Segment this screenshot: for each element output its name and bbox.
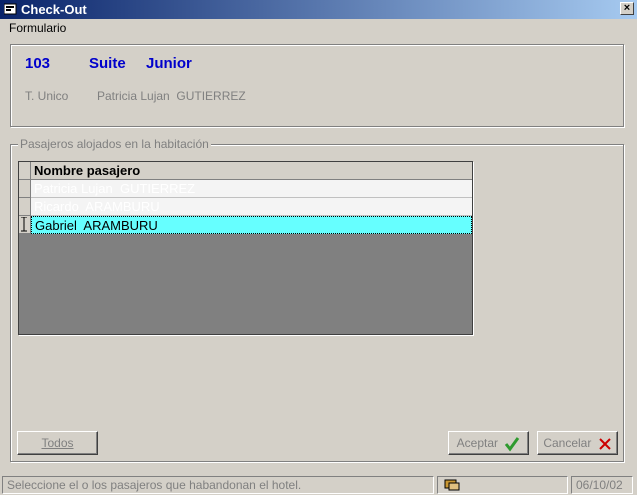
title-bar: Check-Out × bbox=[0, 0, 637, 19]
cancel-x-icon bbox=[598, 438, 611, 450]
window-title: Check-Out bbox=[21, 2, 87, 17]
column-header-nombre[interactable]: Nombre pasajero bbox=[34, 163, 140, 178]
row-selector[interactable] bbox=[19, 216, 31, 234]
cancelar-label: Cancelar bbox=[543, 436, 592, 450]
close-button[interactable]: × bbox=[620, 2, 634, 15]
passengers-frame-legend: Pasajeros alojados en la habitación bbox=[18, 137, 211, 151]
passengers-grid[interactable]: Nombre pasajero Patricia Lujan GUTIERREZ… bbox=[18, 161, 473, 335]
close-icon: × bbox=[623, 2, 631, 14]
status-date: 06/10/02 bbox=[571, 476, 633, 494]
grid-header: Nombre pasajero bbox=[19, 162, 472, 180]
guest-name: Patricia Lujan GUTIERREZ bbox=[97, 89, 246, 103]
grid-corner bbox=[19, 162, 31, 180]
tarifa-label: T. Unico bbox=[25, 89, 69, 103]
checkmark-icon bbox=[505, 436, 520, 452]
cancelar-button[interactable]: Cancelar bbox=[537, 431, 618, 455]
table-row[interactable]: Ricardo ARAMBURU bbox=[31, 198, 472, 216]
current-row-icon bbox=[21, 217, 27, 232]
room-type: Suite bbox=[89, 55, 126, 72]
status-icon-panel bbox=[437, 476, 568, 494]
keyboard-icon bbox=[444, 479, 460, 491]
todos-label: Todos bbox=[41, 436, 74, 450]
app-icon bbox=[4, 3, 17, 15]
aceptar-button[interactable]: Aceptar bbox=[448, 431, 529, 455]
row-selector[interactable] bbox=[19, 198, 31, 216]
menu-bar: Formulario bbox=[0, 20, 637, 38]
row-selector[interactable] bbox=[19, 180, 31, 198]
todos-button[interactable]: Todos bbox=[17, 431, 98, 455]
room-category: Junior bbox=[146, 55, 192, 72]
status-bar: Seleccione el o los pasajeros que haband… bbox=[0, 474, 637, 495]
table-row-selected[interactable]: Gabriel ARAMBURU bbox=[31, 216, 472, 234]
status-message: Seleccione el o los pasajeros que haband… bbox=[2, 476, 434, 494]
table-row[interactable]: Patricia Lujan GUTIERREZ bbox=[31, 180, 472, 198]
aceptar-label: Aceptar bbox=[456, 436, 498, 450]
menu-formulario[interactable]: Formulario bbox=[9, 21, 66, 35]
room-number: 103 bbox=[25, 55, 51, 72]
